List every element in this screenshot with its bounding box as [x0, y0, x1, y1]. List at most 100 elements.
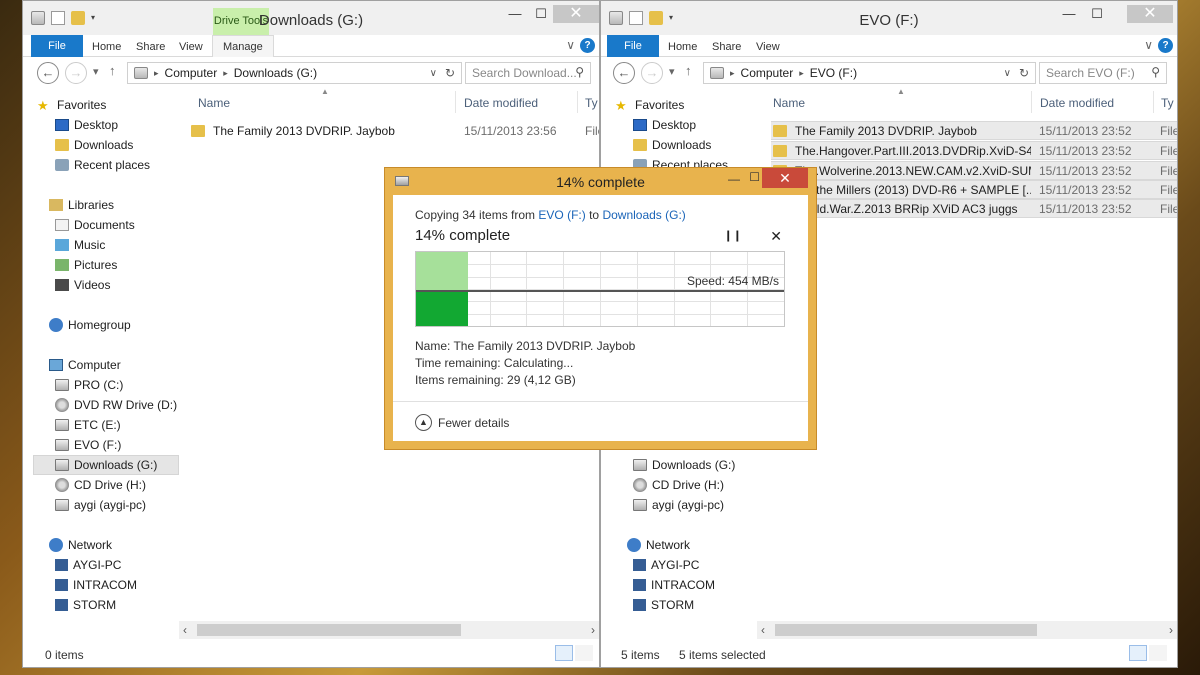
tab-file[interactable]: File	[31, 35, 83, 57]
help-icon[interactable]: ?	[580, 38, 595, 53]
selected-count: 5 items selected	[679, 648, 766, 662]
nav-favorites[interactable]: ★ Favorites	[37, 95, 193, 115]
time-remaining: Time remaining: Calculating...	[415, 356, 574, 370]
scrollbar-thumb[interactable]	[775, 624, 1037, 636]
breadcrumb-computer[interactable]: Computer	[741, 66, 794, 80]
scroll-left-chevron-icon[interactable]: ‹	[761, 623, 765, 637]
column-name[interactable]: Name	[198, 96, 230, 110]
copy-details: Name: The Family 2013 DVDRIP. Jaybob Tim…	[415, 338, 635, 389]
cancel-button[interactable]: ✕	[770, 228, 782, 245]
forward-button[interactable]: →	[65, 62, 87, 84]
search-input[interactable]: Search Download... ⚲	[465, 62, 591, 84]
source-link[interactable]: EVO (F:)	[538, 208, 585, 222]
dialog-maximize-button[interactable]: ☐	[749, 170, 760, 184]
details-view-button[interactable]	[555, 645, 573, 661]
file-row[interactable]: We the Millers (2013) DVD-R6 + SAMPLE [.…	[771, 180, 1177, 199]
horizontal-scrollbar[interactable]: ‹ ›	[757, 621, 1177, 639]
minimize-button[interactable]: —	[501, 5, 529, 23]
search-icon[interactable]: ⚲	[1151, 65, 1160, 79]
column-type[interactable]: Ty	[585, 96, 598, 110]
search-icon[interactable]: ⚲	[575, 65, 584, 79]
downloads-folder-icon	[633, 139, 647, 151]
column-divider[interactable]	[1031, 91, 1032, 113]
horizontal-scrollbar[interactable]: ‹ ›	[179, 621, 599, 639]
tab-home[interactable]: Home	[668, 41, 697, 53]
pc-icon	[55, 559, 68, 571]
network-drive-icon	[633, 499, 647, 511]
dialog-minimize-button[interactable]: —	[728, 172, 740, 186]
scroll-left-chevron-icon[interactable]: ‹	[183, 623, 187, 637]
column-divider[interactable]	[455, 91, 456, 113]
address-row: ← → ▾ ↑ ▸ Computer ▸ Downloads (G:) ∨ ↻ …	[23, 57, 599, 89]
transfer-speed-graph: Speed: 454 MB/s	[415, 251, 785, 327]
nav-favorites[interactable]: ★ Favorites	[615, 95, 771, 115]
column-headers: ▲ Name Date modified Ty	[757, 87, 1177, 115]
file-row[interactable]: The.Wolverine.2013.NEW.CAM.v2.XviD-SUM..…	[771, 161, 1177, 180]
tab-file[interactable]: File	[607, 35, 659, 57]
column-divider[interactable]	[577, 91, 578, 113]
close-button[interactable]: ✕	[553, 5, 599, 23]
tab-home[interactable]: Home	[92, 41, 121, 53]
scrollbar-thumb[interactable]	[197, 624, 461, 636]
refresh-icon[interactable]: ↻	[445, 66, 455, 80]
close-button[interactable]: ✕	[1127, 5, 1173, 23]
title-bar: ▾ Drive Tools Downloads (G:) — ☐ ✕	[23, 1, 599, 35]
grid-line	[526, 252, 527, 326]
column-divider[interactable]	[1153, 91, 1154, 113]
destination-link[interactable]: Downloads (G:)	[602, 208, 685, 222]
address-bar[interactable]: ▸ Computer ▸ EVO (F:) ∨ ↻	[703, 62, 1036, 84]
breadcrumb-current[interactable]: EVO (F:)	[810, 66, 857, 80]
large-icons-view-button[interactable]	[1149, 645, 1167, 661]
back-button[interactable]: ←	[613, 62, 635, 84]
maximize-button[interactable]: ☐	[527, 5, 555, 23]
drive-icon	[55, 459, 69, 471]
homegroup-icon	[49, 318, 63, 332]
up-arrow-icon[interactable]: ↑	[685, 63, 692, 78]
breadcrumb-computer[interactable]: Computer	[165, 66, 218, 80]
grid-line	[674, 252, 675, 326]
nav-drive-g[interactable]: Downloads (G:)	[33, 455, 179, 475]
scroll-right-chevron-icon[interactable]: ›	[591, 623, 595, 637]
tab-view[interactable]: View	[179, 41, 203, 53]
divider	[393, 401, 808, 402]
file-row[interactable]: The.Hangover.Part.III.2013.DVDRip.XviD-S…	[771, 141, 1177, 160]
column-name[interactable]: Name	[773, 96, 805, 110]
expand-ribbon-chevron-icon[interactable]: ∨	[1144, 38, 1153, 52]
expand-ribbon-chevron-icon[interactable]: ∨	[566, 38, 575, 52]
back-button[interactable]: ←	[37, 62, 59, 84]
file-row[interactable]: The Family 2013 DVDRIP. Jaybob 15/11/201…	[771, 121, 1177, 140]
dialog-close-button[interactable]: ✕	[762, 168, 808, 188]
maximize-button[interactable]: ☐	[1083, 5, 1111, 23]
fewer-details-button[interactable]: ▲ Fewer details	[415, 414, 509, 431]
tab-view[interactable]: View	[756, 41, 780, 53]
pc-icon	[633, 559, 646, 571]
search-input[interactable]: Search EVO (F:) ⚲	[1039, 62, 1167, 84]
scroll-right-chevron-icon[interactable]: ›	[1169, 623, 1173, 637]
downloads-folder-icon	[55, 139, 69, 151]
details-view-button[interactable]	[1129, 645, 1147, 661]
refresh-icon[interactable]: ↻	[1019, 66, 1029, 80]
tab-share[interactable]: Share	[712, 41, 741, 53]
breadcrumb-current[interactable]: Downloads (G:)	[234, 66, 317, 80]
column-type[interactable]: Ty	[1161, 96, 1174, 110]
search-placeholder: Search EVO (F:)	[1046, 66, 1135, 80]
item-count: 0 items	[45, 648, 84, 662]
tab-share[interactable]: Share	[136, 41, 165, 53]
recent-locations-chevron-icon[interactable]: ▾	[669, 65, 675, 78]
address-dropdown-chevron-icon[interactable]: ∨	[1004, 68, 1011, 79]
pause-button[interactable]: ❙❙	[724, 229, 742, 242]
recent-locations-chevron-icon[interactable]: ▾	[93, 65, 99, 78]
file-row[interactable]: World.War.Z.2013 BRRip XViD AC3 juggs 15…	[771, 199, 1177, 218]
address-dropdown-chevron-icon[interactable]: ∨	[430, 68, 437, 79]
help-icon[interactable]: ?	[1158, 38, 1173, 53]
large-icons-view-button[interactable]	[575, 645, 593, 661]
column-date[interactable]: Date modified	[1040, 96, 1114, 110]
address-bar[interactable]: ▸ Computer ▸ Downloads (G:) ∨ ↻	[127, 62, 462, 84]
forward-button[interactable]: →	[641, 62, 663, 84]
tab-manage[interactable]: Manage	[212, 35, 274, 57]
documents-icon	[55, 219, 69, 231]
column-date[interactable]: Date modified	[464, 96, 538, 110]
up-arrow-icon[interactable]: ↑	[109, 63, 116, 78]
file-row[interactable]: The Family 2013 DVDRIP. Jaybob 15/11/201…	[189, 121, 599, 140]
minimize-button[interactable]: —	[1055, 5, 1083, 23]
